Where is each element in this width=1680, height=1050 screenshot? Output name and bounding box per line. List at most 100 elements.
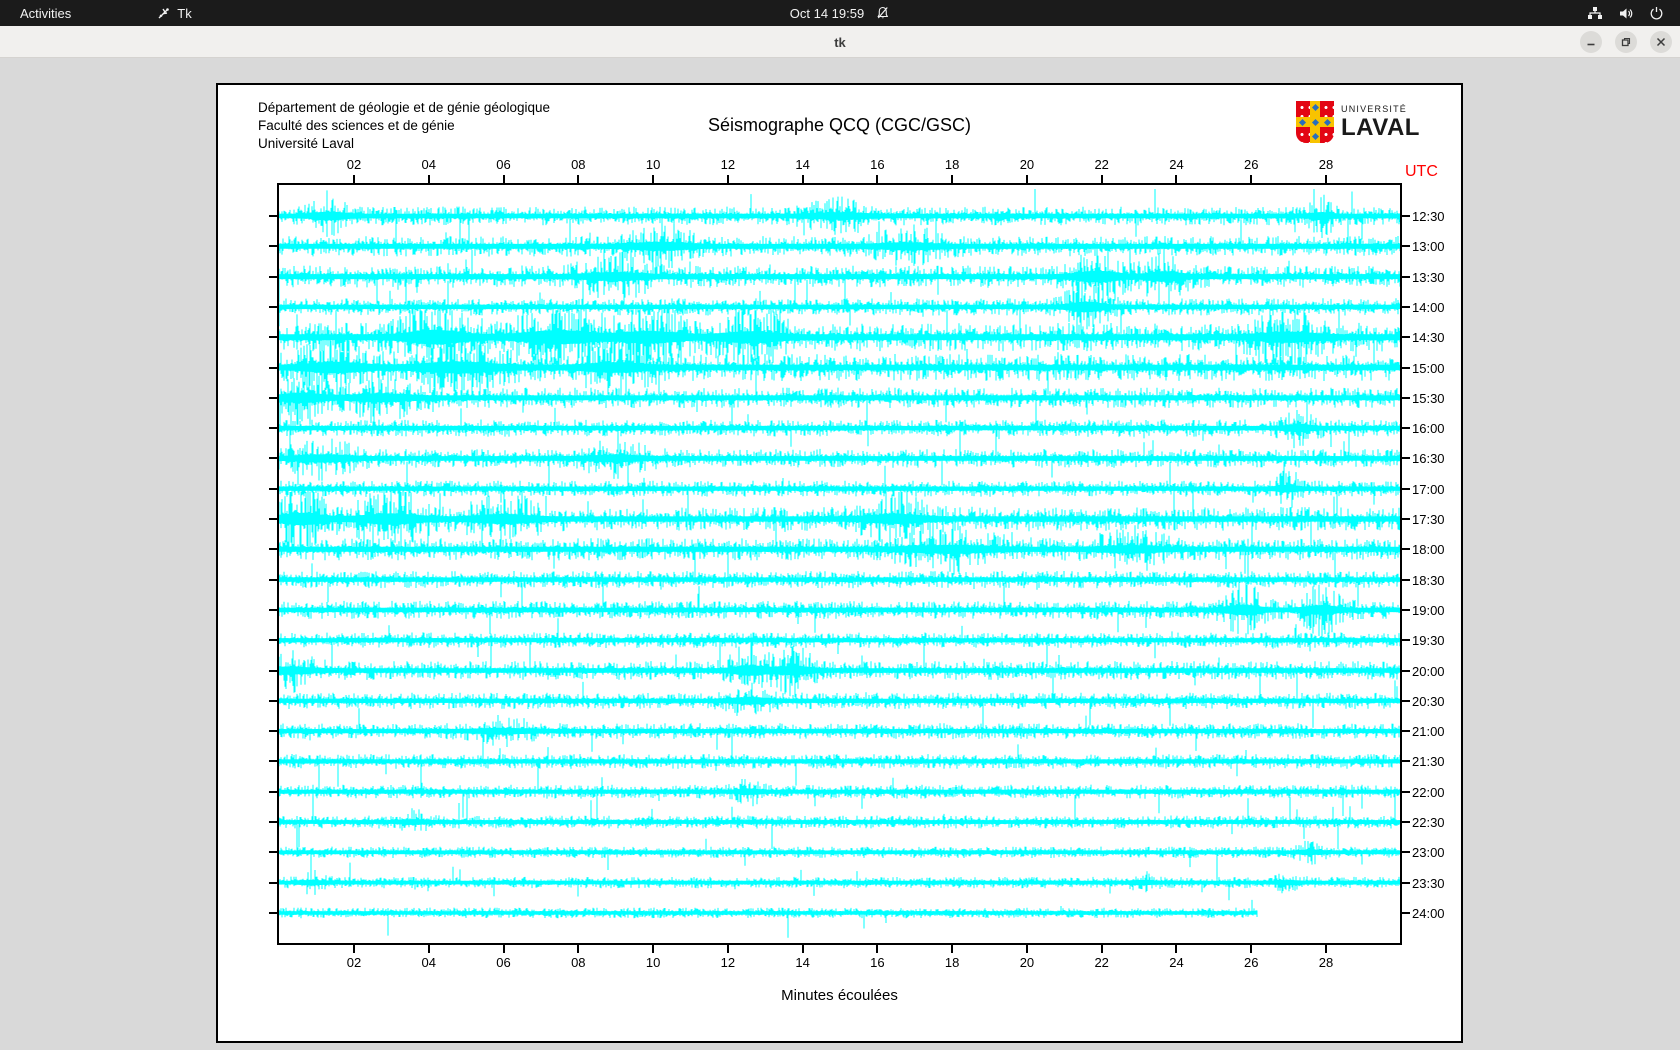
- trace-tick-right: [1402, 427, 1410, 429]
- x-tick-label-bottom: 16: [857, 955, 897, 970]
- trace-tick-left: [269, 670, 277, 672]
- x-tick-label-bottom: 22: [1082, 955, 1122, 970]
- utc-time-label: 16:30: [1412, 452, 1445, 465]
- x-tick-bottom: [577, 945, 579, 953]
- tk-window-body: Département de géologie et de génie géol…: [0, 58, 1680, 1050]
- utc-time-label: 13:00: [1412, 240, 1445, 253]
- x-tick-label-top: 02: [334, 157, 374, 172]
- x-tick-label-bottom: 12: [708, 955, 748, 970]
- activities-button[interactable]: Activities: [0, 0, 85, 26]
- maximize-icon: [1621, 37, 1631, 47]
- utc-time-label: 22:00: [1412, 786, 1445, 799]
- x-tick-label-bottom: 06: [484, 955, 524, 970]
- seismogram-trace-24:00: [279, 900, 1257, 938]
- maximize-button[interactable]: [1615, 31, 1637, 53]
- x-tick-bottom: [1325, 945, 1327, 953]
- seismogram-trace-20:00: [279, 644, 1400, 698]
- x-tick-label-top: 04: [409, 157, 449, 172]
- seismogram-trace-19:30: [279, 618, 1400, 667]
- minimize-icon: [1586, 37, 1596, 47]
- power-icon[interactable]: [1649, 6, 1664, 21]
- trace-tick-right: [1402, 851, 1410, 853]
- seismogram-trace-21:00: [279, 708, 1400, 752]
- utc-time-label: 22:30: [1412, 816, 1445, 829]
- seismogram-trace-15:00: [279, 341, 1400, 395]
- utc-time-label: 15:00: [1412, 362, 1445, 375]
- x-tick-top: [577, 175, 579, 183]
- x-tick-label-top: 28: [1306, 157, 1346, 172]
- trace-tick-left: [269, 821, 277, 823]
- trace-tick-left: [269, 457, 277, 459]
- x-tick-bottom: [951, 945, 953, 953]
- institution-line3: Université Laval: [258, 135, 550, 153]
- x-tick-label-bottom: 14: [783, 955, 823, 970]
- activities-label: Activities: [20, 6, 71, 21]
- trace-tick-right: [1402, 639, 1410, 641]
- seismograph-canvas: Département de géologie et de génie géol…: [216, 83, 1463, 1043]
- trace-tick-right: [1402, 518, 1410, 520]
- app-menu-tk[interactable]: Tk: [147, 0, 201, 26]
- seismogram-traces-svg: [279, 185, 1400, 943]
- plot-title: Séismographe QCQ (CGC/GSC): [277, 115, 1402, 136]
- gnome-top-bar: Activities Tk Oct 14 19:59: [0, 0, 1680, 26]
- x-tick-bottom: [428, 945, 430, 953]
- window-titlebar[interactable]: tk: [0, 26, 1680, 58]
- utc-time-label: 15:30: [1412, 392, 1445, 405]
- x-tick-top: [1175, 175, 1177, 183]
- seismogram-trace-23:30: [279, 863, 1400, 901]
- trace-tick-left: [269, 245, 277, 247]
- x-tick-label-bottom: 02: [334, 955, 374, 970]
- trace-tick-right: [1402, 760, 1410, 762]
- utc-time-label: 14:00: [1412, 301, 1445, 314]
- close-button[interactable]: [1650, 31, 1672, 53]
- x-tick-bottom: [652, 945, 654, 953]
- utc-time-label: 18:00: [1412, 543, 1445, 556]
- trace-tick-right: [1402, 821, 1410, 823]
- trace-tick-right: [1402, 882, 1410, 884]
- seismogram-trace-13:00: [279, 219, 1400, 271]
- volume-icon[interactable]: [1618, 6, 1634, 21]
- app-menu-label: Tk: [177, 6, 191, 21]
- utc-time-label: 23:00: [1412, 846, 1445, 859]
- trace-tick-left: [269, 579, 277, 581]
- tk-app-icon: [157, 7, 170, 20]
- utc-time-label: 19:00: [1412, 604, 1445, 617]
- x-tick-label-bottom: 28: [1306, 955, 1346, 970]
- x-tick-label-bottom: 24: [1156, 955, 1196, 970]
- trace-tick-left: [269, 851, 277, 853]
- x-tick-top: [1101, 175, 1103, 183]
- x-tick-label-top: 22: [1082, 157, 1122, 172]
- x-tick-top: [951, 175, 953, 183]
- x-tick-label-top: 20: [1007, 157, 1047, 172]
- utc-time-label: 19:30: [1412, 634, 1445, 647]
- trace-tick-right: [1402, 397, 1410, 399]
- x-tick-label-top: 24: [1156, 157, 1196, 172]
- trace-tick-left: [269, 306, 277, 308]
- seismogram-plot-frame: [277, 183, 1402, 945]
- seismogram-trace-22:30: [279, 795, 1400, 849]
- laval-shield-icon: [1296, 101, 1334, 143]
- trace-tick-right: [1402, 548, 1410, 550]
- utc-time-label: 12:30: [1412, 210, 1445, 223]
- trace-tick-left: [269, 730, 277, 732]
- x-tick-top: [652, 175, 654, 183]
- clock-label[interactable]: Oct 14 19:59: [790, 6, 864, 21]
- x-tick-top: [428, 175, 430, 183]
- x-tick-label-top: 06: [484, 157, 524, 172]
- utc-time-label: 23:30: [1412, 877, 1445, 890]
- x-tick-label-top: 10: [633, 157, 673, 172]
- trace-tick-right: [1402, 245, 1410, 247]
- x-tick-bottom: [802, 945, 804, 953]
- x-tick-bottom: [876, 945, 878, 953]
- network-wired-icon[interactable]: [1587, 6, 1603, 21]
- trace-tick-right: [1402, 700, 1410, 702]
- seismogram-trace-16:30: [279, 431, 1400, 485]
- utc-time-label: 14:30: [1412, 331, 1445, 344]
- seismogram-trace-18:00: [279, 522, 1400, 576]
- minimize-button[interactable]: [1580, 31, 1602, 53]
- trace-tick-right: [1402, 488, 1410, 490]
- seismogram-trace-20:30: [279, 674, 1400, 728]
- utc-time-label: 20:00: [1412, 665, 1445, 678]
- x-tick-bottom: [1101, 945, 1103, 953]
- logo-universite-text: UNIVERSITÉ: [1341, 105, 1420, 114]
